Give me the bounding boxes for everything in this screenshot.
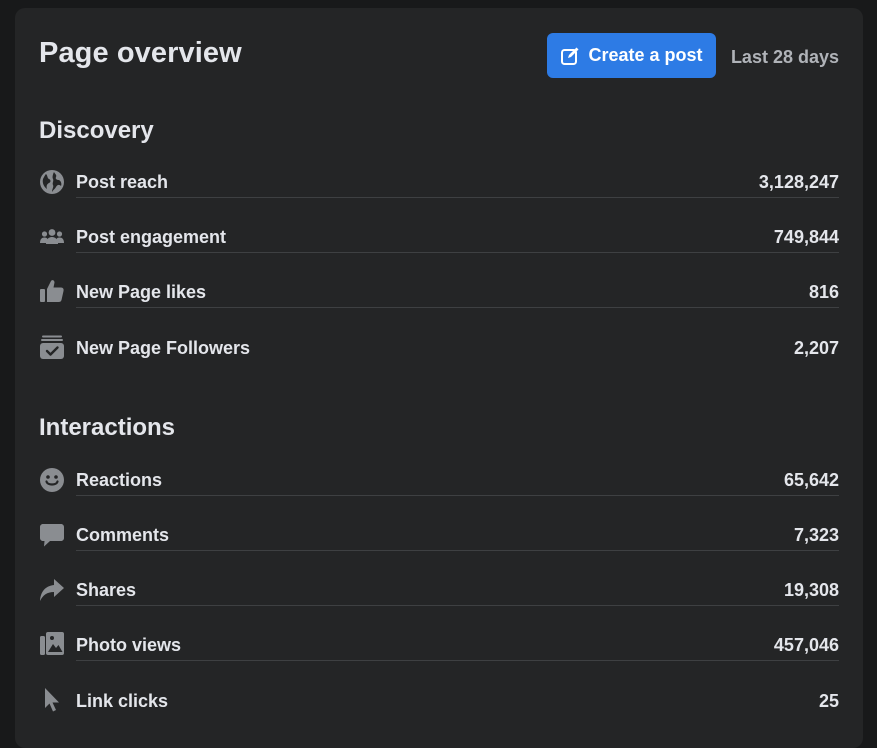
metric-line: Post reach 3,128,247 — [76, 166, 839, 198]
metric-value: 816 — [808, 282, 839, 302]
metric-row-comments[interactable]: Comments 7,323 — [39, 519, 839, 574]
metric-row-post-reach[interactable]: Post reach 3,128,247 — [39, 166, 839, 221]
metric-label: Reactions — [76, 470, 163, 490]
smiley-icon — [39, 467, 65, 493]
metric-row-shares[interactable]: Shares 19,308 — [39, 574, 839, 629]
discovery-list: Post reach 3,128,247 Post engagement 749… — [39, 166, 839, 386]
metric-line: Post engagement 749,844 — [76, 221, 839, 253]
metric-row-link-clicks[interactable]: Link clicks 25 — [39, 684, 839, 739]
metric-line: Reactions 65,642 — [76, 464, 839, 496]
metric-row-reactions[interactable]: Reactions 65,642 — [39, 464, 839, 519]
page-title: Page overview — [39, 37, 242, 69]
date-range[interactable]: Last 28 days — [731, 47, 839, 68]
thumbs-up-icon — [39, 278, 65, 304]
metric-label: New Page likes — [76, 282, 207, 302]
metric-line: New Page Followers 2,207 — [76, 331, 839, 363]
metric-line: Photo views 457,046 — [76, 629, 839, 661]
metric-value: 749,844 — [773, 227, 839, 247]
metric-row-new-page-followers[interactable]: New Page Followers 2,207 — [39, 331, 839, 386]
metric-value: 3,128,247 — [758, 172, 839, 192]
page-overview-card: Page overview Create a post Last 28 days… — [15, 8, 863, 748]
metric-value: 2,207 — [793, 338, 839, 358]
metric-value: 65,642 — [783, 470, 839, 490]
metric-label: Comments — [76, 525, 170, 545]
create-post-button[interactable]: Create a post — [547, 33, 716, 78]
globe-icon — [39, 169, 65, 195]
metric-line: New Page likes 816 — [76, 276, 839, 308]
metric-value: 457,046 — [773, 635, 839, 655]
people-icon — [39, 224, 65, 250]
metric-label: New Page Followers — [76, 338, 251, 358]
metric-label: Photo views — [76, 635, 182, 655]
section-title-discovery: Discovery — [39, 117, 154, 144]
metric-line: Comments 7,323 — [76, 519, 839, 551]
edit-icon — [560, 46, 580, 66]
metric-label: Post reach — [76, 172, 169, 192]
follow-check-icon — [39, 334, 65, 360]
metric-line: Shares 19,308 — [76, 574, 839, 606]
share-arrow-icon — [39, 577, 65, 603]
section-title-interactions: Interactions — [39, 414, 176, 441]
metric-label: Post engagement — [76, 227, 227, 247]
metric-row-photo-views[interactable]: Photo views 457,046 — [39, 629, 839, 684]
comment-bubble-icon — [39, 522, 65, 548]
metric-row-post-engagement[interactable]: Post engagement 749,844 — [39, 221, 839, 276]
metric-label: Link clicks — [76, 691, 169, 711]
cursor-icon — [39, 687, 65, 713]
metric-value: 7,323 — [793, 525, 839, 545]
create-post-label: Create a post — [588, 45, 703, 65]
metric-value: 25 — [818, 691, 839, 711]
interactions-list: Reactions 65,642 Comments 7,323 Shares 1… — [39, 464, 839, 739]
metric-label: Shares — [76, 580, 137, 600]
metric-value: 19,308 — [783, 580, 839, 600]
metric-line: Link clicks 25 — [76, 684, 839, 716]
metric-row-new-page-likes[interactable]: New Page likes 816 — [39, 276, 839, 331]
photos-icon — [39, 631, 65, 657]
